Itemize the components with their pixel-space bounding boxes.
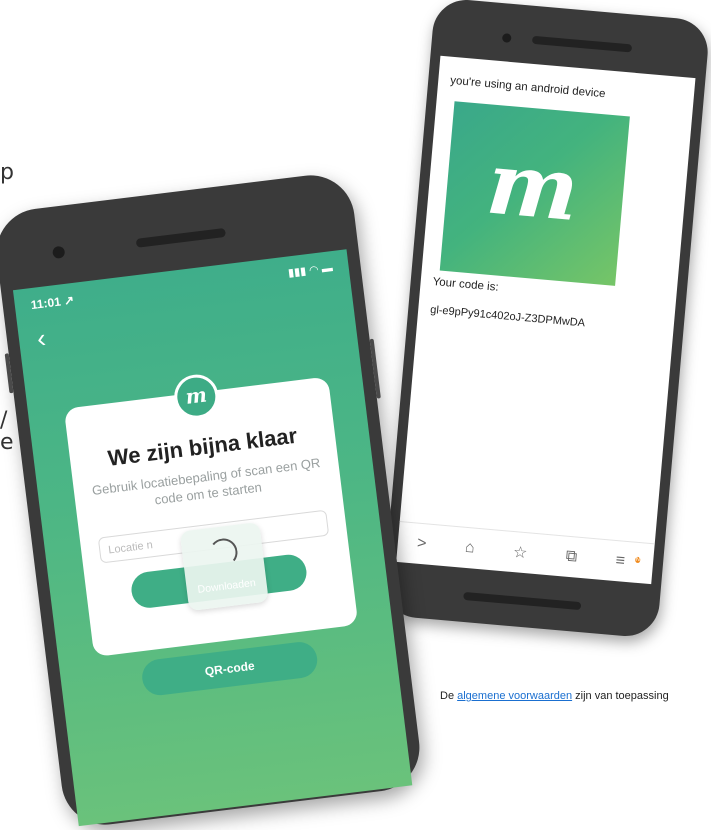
tabs-icon[interactable]: ⧉ <box>565 548 578 567</box>
iphone-screen: 11:01 ↗ ▮▮▮ ◠ ▬ ‹ m We zijn bijna klaar … <box>12 249 413 827</box>
terms-notice: De algemene voorwaarden zijn van toepass… <box>440 690 669 702</box>
device-message: you're using an android device <box>449 74 606 101</box>
onboarding-card: m We zijn bijna klaar Gebruik locatiebep… <box>63 372 359 698</box>
edge-text-fragment: p <box>0 160 14 185</box>
bottom-speaker <box>463 591 582 611</box>
camera-icon <box>52 245 66 260</box>
spinner-icon <box>207 536 240 569</box>
code-value: gl-e9pPy91c402oJ-Z3DPMwDA <box>429 303 586 330</box>
android-screen: you're using an android device m Your co… <box>396 55 696 585</box>
terms-prefix: De <box>440 690 458 702</box>
volume-button <box>4 353 14 394</box>
app-logo: m <box>439 101 630 286</box>
notification-badge: N <box>635 556 641 564</box>
qr-code-button[interactable]: QR-code <box>140 640 320 698</box>
power-button <box>369 338 381 399</box>
app-logo: m <box>171 372 221 422</box>
back-arrow-icon[interactable]: ‹ <box>35 323 47 355</box>
speaker-grille <box>531 35 633 53</box>
star-icon[interactable]: ☆ <box>512 542 528 563</box>
edge-text-fragment: e <box>0 430 14 455</box>
home-icon[interactable]: ⌂ <box>464 539 475 558</box>
menu-icon[interactable]: ≡ N <box>614 552 641 572</box>
browser-nav-bar: > ⌂ ☆ ⧉ ≡ N <box>396 521 655 585</box>
loading-label: Downloaden <box>196 576 257 596</box>
camera-icon <box>501 33 512 43</box>
chevron-right-icon[interactable]: > <box>416 535 427 554</box>
signal-wifi-battery-icon: ▮▮▮ ◠ ▬ <box>287 262 334 280</box>
logo-letter: m <box>483 132 583 242</box>
menu-glyph: ≡ <box>614 552 626 570</box>
loading-overlay: Downloaden <box>179 521 269 612</box>
terms-link[interactable]: algemene voorwaarden <box>457 690 572 702</box>
iphone: 11:01 ↗ ▮▮▮ ◠ ▬ ‹ m We zijn bijna klaar … <box>0 170 425 830</box>
terms-suffix: zijn van toepassing <box>572 690 669 702</box>
speaker-grille <box>135 227 227 248</box>
code-label: Your code is: <box>432 276 500 294</box>
android-phone: you're using an android device m Your co… <box>381 0 711 639</box>
status-time: 11:01 ↗ <box>30 292 75 313</box>
